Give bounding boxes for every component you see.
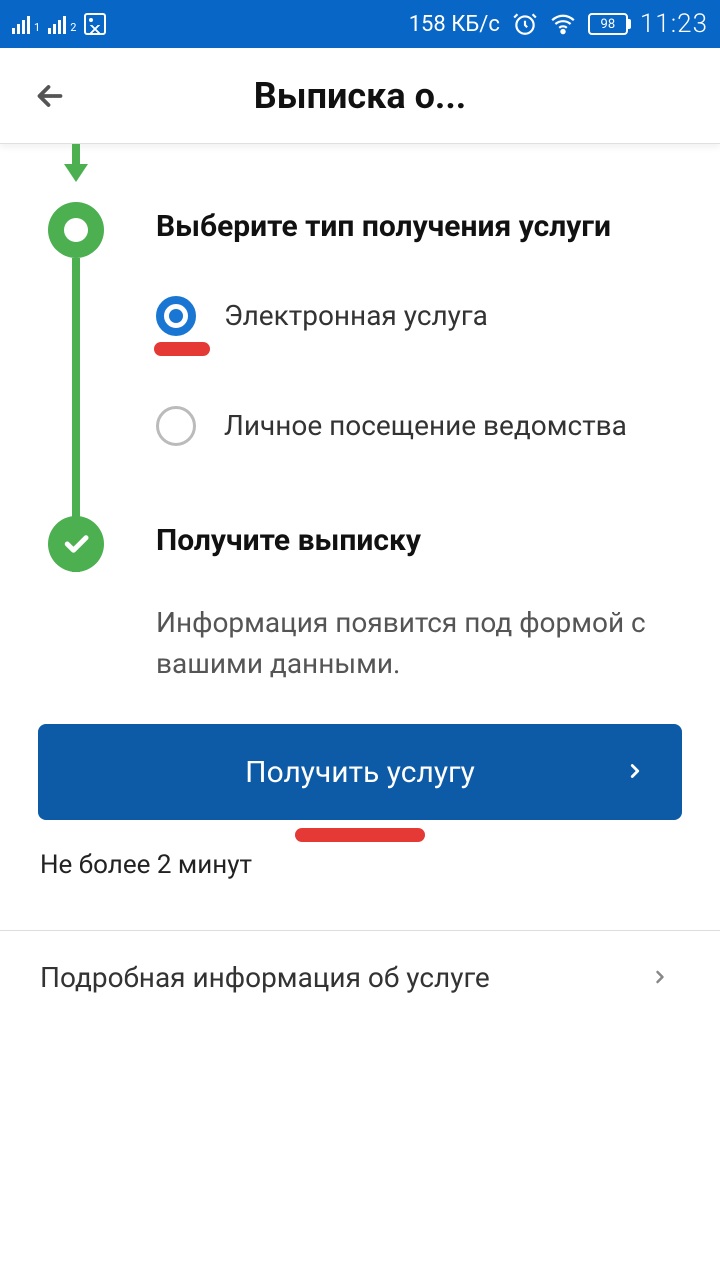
wait-time-note: Не более 2 минут <box>40 850 680 880</box>
radio-electronic-service[interactable]: Электронная услуга <box>156 296 680 336</box>
service-type-radio-group: Электронная услуга Личное посещение ведо… <box>156 296 680 446</box>
step-receive-title: Получите выписку <box>156 522 680 560</box>
radio-selected-icon <box>156 296 196 336</box>
radio-unselected-icon <box>156 406 196 446</box>
battery-icon: 98 <box>588 13 628 35</box>
status-bar: 1 2 158 КБ/с 98 11:23 <box>0 0 720 48</box>
radio-in-person-visit[interactable]: Личное посещение ведомства <box>156 406 680 446</box>
chevron-right-icon <box>624 755 646 790</box>
annotation-highlight <box>154 342 210 356</box>
chevron-right-icon <box>650 961 670 994</box>
step-choose-title: Выберите тип получения услуги <box>156 208 680 246</box>
radio-in-person-label: Личное посещение ведомства <box>224 409 627 442</box>
step-current-marker-icon <box>48 202 104 258</box>
alarm-icon <box>512 11 538 37</box>
battery-level: 98 <box>601 17 616 32</box>
clock: 11:23 <box>640 9 708 39</box>
signal-2-icon: 2 <box>48 14 76 34</box>
page-title: Выписка о... <box>70 75 650 117</box>
more-info-link[interactable]: Подробная информация об услуге <box>40 931 680 1024</box>
radio-electronic-label: Электронная услуга <box>224 299 488 332</box>
get-service-label: Получить услугу <box>245 755 475 790</box>
picture-icon <box>84 13 106 35</box>
network-speed: 158 КБ/с <box>409 12 500 37</box>
app-bar: Выписка о... <box>0 48 720 144</box>
signal-1-icon: 1 <box>12 14 40 34</box>
annotation-highlight <box>295 828 425 842</box>
more-info-label: Подробная информация об услуге <box>40 961 490 994</box>
wifi-icon <box>550 11 576 37</box>
step-receive-description: Информация появится под формой с вашими … <box>156 603 680 684</box>
back-button[interactable] <box>30 76 70 116</box>
get-service-button[interactable]: Получить услугу <box>38 724 682 820</box>
step-done-marker-icon <box>48 516 104 572</box>
